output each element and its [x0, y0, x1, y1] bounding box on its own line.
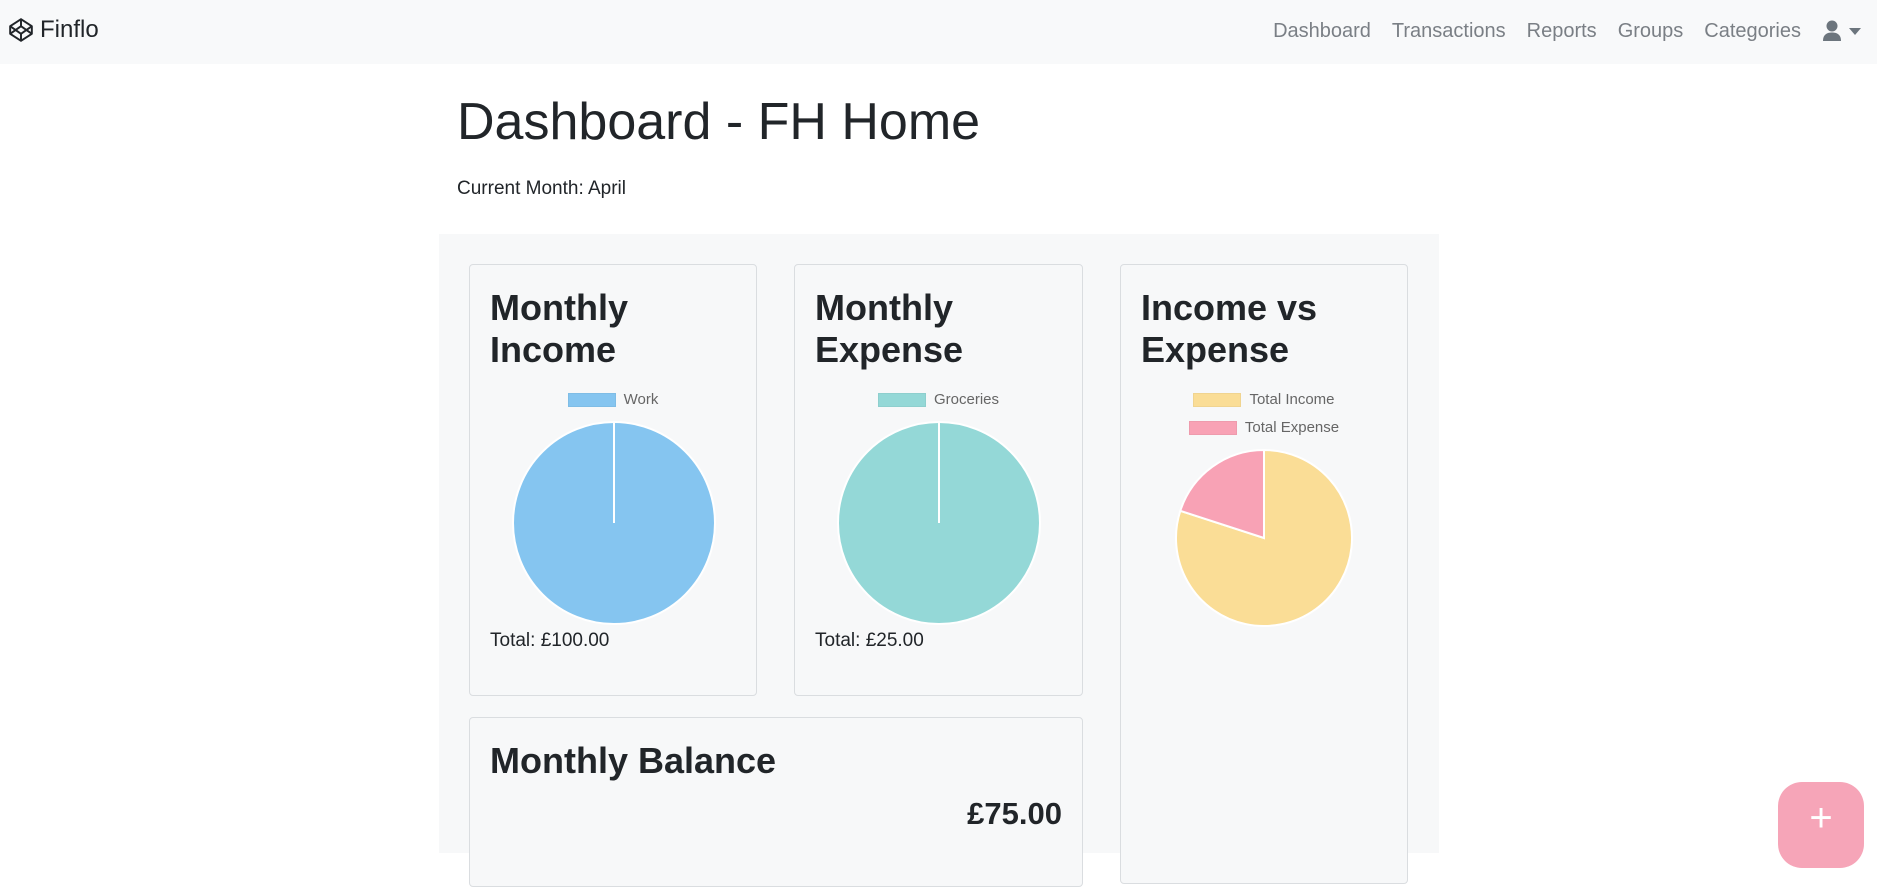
legend-label-groceries[interactable]: Groceries [934, 391, 999, 408]
nav-link-groups[interactable]: Groups [1618, 20, 1684, 43]
income-vs-expense-legend-income: Total Income [1121, 391, 1407, 408]
monthly-income-total: Total: £100.00 [490, 630, 610, 651]
current-month: Current Month: April [457, 178, 626, 199]
monthly-income-legend: Work [470, 391, 756, 408]
legend-swatch-total-income [1193, 392, 1242, 407]
monthly-income-card: Monthly Income Work Total: £100.00 [469, 264, 757, 696]
user-icon [1823, 20, 1841, 41]
brand-name: Finflo [40, 16, 99, 43]
legend-label-total-income[interactable]: Total Income [1249, 391, 1334, 408]
legend-swatch-work [567, 392, 616, 407]
brand-link[interactable]: Finflo [8, 14, 99, 46]
legend-label-total-expense[interactable]: Total Expense [1245, 419, 1339, 436]
monthly-balance-amount: £75.00 [967, 796, 1062, 831]
income-vs-expense-card: Income vs Expense Total Income Total Exp… [1120, 264, 1408, 884]
nav-links: Dashboard Transactions Reports Groups Ca… [1252, 16, 1861, 46]
monthly-expense-title: Monthly Expense [815, 287, 964, 370]
nav-link-reports[interactable]: Reports [1527, 20, 1597, 43]
legend-swatch-total-expense [1188, 420, 1237, 435]
monthly-expense-total: Total: £25.00 [815, 630, 924, 651]
chevron-down-icon [1849, 27, 1861, 35]
codepen-logo-icon [9, 18, 33, 42]
add-transaction-button[interactable]: + [1778, 782, 1864, 868]
nav-link-dashboard[interactable]: Dashboard [1273, 20, 1371, 43]
monthly-balance-card: Monthly Balance £75.00 [469, 717, 1083, 887]
monthly-expense-legend: Groceries [795, 391, 1082, 408]
monthly-income-title: Monthly Income [490, 287, 628, 370]
monthly-expense-card: Monthly Expense Groceries Total: £25.00 [794, 264, 1083, 696]
legend-label-work[interactable]: Work [624, 391, 659, 408]
income-vs-expense-pie [1175, 448, 1353, 627]
group-name: FH Home [757, 93, 981, 151]
page-title-prefix: Dashboard - [457, 93, 758, 151]
monthly-expense-pie [837, 421, 1041, 625]
nav-link-transactions[interactable]: Transactions [1392, 20, 1506, 43]
user-menu-toggle[interactable] [1822, 20, 1861, 42]
legend-swatch-groceries [877, 392, 926, 407]
income-vs-expense-title: Income vs Expense [1141, 287, 1318, 370]
nav-link-categories[interactable]: Categories [1704, 20, 1801, 43]
monthly-income-pie [512, 421, 716, 625]
monthly-balance-title: Monthly Balance [490, 740, 777, 781]
page-title: Dashboard - FH Home [457, 92, 980, 152]
income-vs-expense-legend-expense: Total Expense [1121, 419, 1407, 436]
top-navbar: Finflo Dashboard Transactions Reports Gr… [0, 0, 1877, 64]
